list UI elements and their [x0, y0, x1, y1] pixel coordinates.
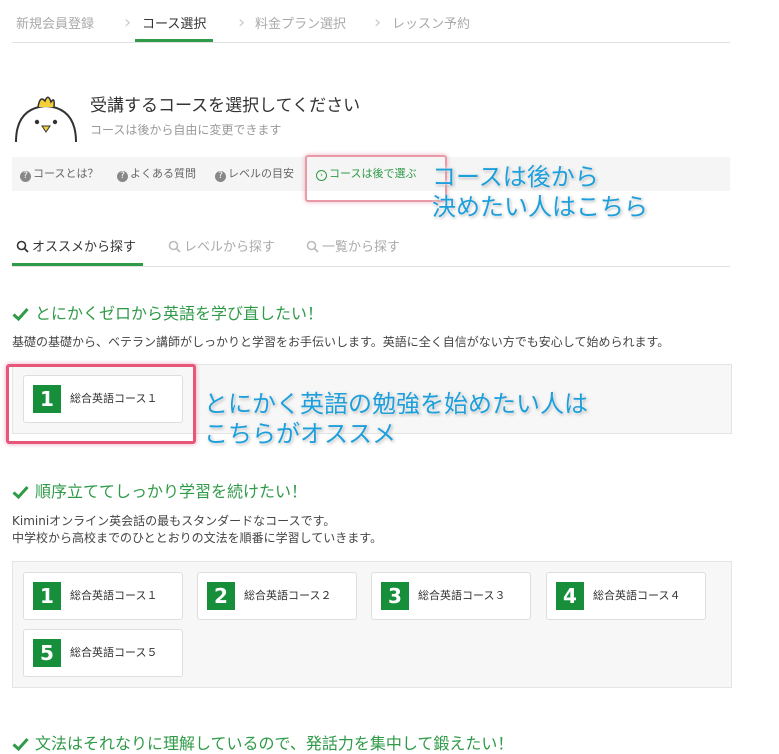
section-desc-standard-line1: Kiminiオンライン英会話の最もスタンダードなコースです。: [12, 514, 336, 528]
chevron-right-icon: ›: [374, 12, 382, 33]
check-icon: [12, 485, 29, 499]
check-icon: [12, 307, 29, 321]
question-icon: ?: [215, 171, 226, 182]
course-name: 総合英語コース４: [593, 589, 681, 602]
course-card-2[interactable]: 2 総合英語コース２: [197, 572, 357, 620]
question-icon: ?: [117, 171, 128, 182]
step-navigation: 新規会員登録 › コース選択 › 料金プラン選択 › レッスン予約: [12, 0, 730, 43]
annotation-later-line1: コースは後から: [432, 163, 599, 191]
search-icon: [306, 240, 319, 253]
chevron-right-icon: ›: [124, 12, 132, 33]
bird-mascot-icon: [15, 96, 77, 142]
course-card-4[interactable]: 4 総合英語コース４: [546, 572, 706, 620]
course-name: 総合英語コース１: [70, 589, 158, 602]
annotation-highlight-later: [305, 155, 447, 202]
tab-by-level[interactable]: レベルから探す: [168, 232, 275, 266]
tab-recommended[interactable]: オススメから探す: [16, 232, 136, 266]
section-title-restart: とにかくゼロから英語を学び直したい！: [12, 300, 323, 324]
annotation-recommend-line1: とにかく英語の勉強を始めたい人は: [204, 390, 588, 418]
step-signup[interactable]: 新規会員登録: [16, 0, 94, 42]
help-link-what-is-course[interactable]: ? コースとは？: [20, 157, 98, 191]
active-tab-indicator: [12, 263, 143, 266]
annotation-recommend-line2: こちらがオススメ: [204, 420, 396, 448]
tab-list[interactable]: 一覧から探す: [306, 232, 400, 266]
course-name: 総合英語コース５: [70, 646, 158, 659]
step-lesson-booking[interactable]: レッスン予約: [392, 0, 470, 42]
course-number-badge: 1: [33, 582, 61, 610]
course-number-badge: 5: [33, 639, 61, 667]
course-number-badge: 4: [556, 582, 584, 610]
search-icon: [168, 240, 181, 253]
course-number-badge: 2: [207, 582, 235, 610]
course-card-1[interactable]: 1 総合英語コース１: [23, 572, 183, 620]
page-title: 受講するコースを選択してください: [90, 96, 361, 116]
search-tabs: オススメから探す レベルから探す 一覧から探す: [12, 232, 730, 267]
section-desc-restart: 基礎の基礎から、ベテラン講師がしっかりと学習をお手伝いします。英語に全く自信がな…: [12, 335, 670, 349]
annotation-later-line2: 決めたい人はこちら: [432, 193, 648, 221]
section-desc-standard-line2: 中学校から高校までのひととおりの文法を順番に学習していきます。: [12, 531, 383, 545]
course-name: 総合英語コース３: [418, 589, 506, 602]
help-link-level-guide[interactable]: ? レベルの目安: [215, 157, 294, 191]
course-number-badge: 3: [381, 582, 409, 610]
course-panel-standard: 1 総合英語コース１ 2 総合英語コース２ 3 総合英語コース３ 4 総合英語コ…: [12, 561, 732, 688]
active-step-indicator: [135, 39, 213, 42]
course-card-3[interactable]: 3 総合英語コース３: [371, 572, 531, 620]
course-card-5[interactable]: 5 総合英語コース５: [23, 629, 183, 677]
search-icon: [16, 240, 29, 253]
page-subtitle: コースは後から自由に変更できます: [90, 123, 282, 137]
section-title-speaking: 文法はそれなりに理解しているので、発話力を集中して鍛えたい！: [12, 730, 513, 754]
step-course-select[interactable]: コース選択: [142, 0, 206, 42]
question-icon: ?: [20, 171, 31, 182]
section-title-standard: 順序立ててしっかり学習を続けたい！: [12, 478, 307, 502]
chevron-right-icon: ›: [238, 12, 246, 33]
help-link-faq[interactable]: ? よくある質問: [117, 157, 196, 191]
annotation-highlight-recommend: [6, 364, 196, 444]
check-icon: [12, 737, 29, 751]
step-plan-select[interactable]: 料金プラン選択: [255, 0, 346, 42]
course-name: 総合英語コース２: [244, 589, 332, 602]
